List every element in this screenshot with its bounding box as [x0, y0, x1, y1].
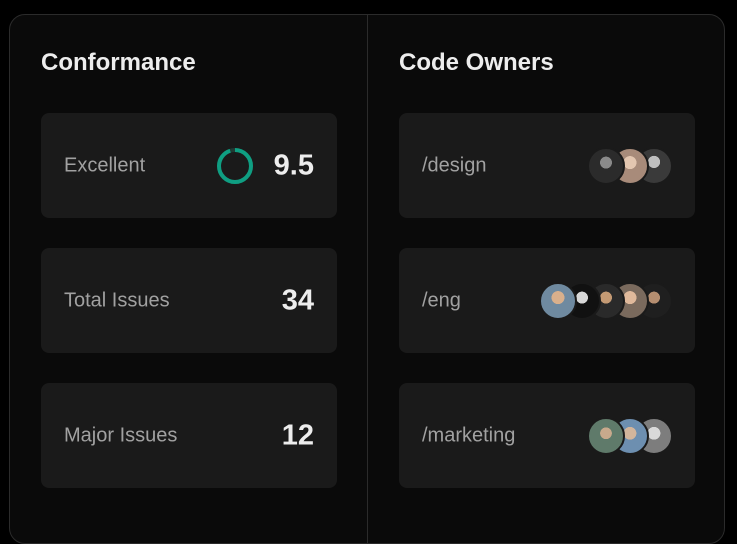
- owner-path-label: /eng: [422, 289, 461, 311]
- avatar[interactable]: [587, 146, 625, 185]
- avatar[interactable]: [587, 416, 625, 455]
- owner-path-label: /design: [422, 154, 487, 176]
- major-issues-label: Major Issues: [64, 424, 178, 446]
- conformance-score-card[interactable]: Excellent 9.5: [41, 113, 337, 218]
- conformance-rating-label: Excellent: [64, 154, 146, 176]
- avatar-group[interactable]: [587, 146, 673, 185]
- avatar-group[interactable]: [539, 281, 673, 320]
- owner-row-design[interactable]: /design: [399, 113, 695, 218]
- conformance-score-value: 9.5: [273, 149, 314, 181]
- conformance-heading: Conformance: [41, 49, 196, 76]
- major-issues-card[interactable]: Major Issues 12: [41, 383, 337, 488]
- column-divider: [367, 15, 368, 543]
- avatar[interactable]: [539, 281, 577, 320]
- summary-panel: Conformance Excellent 9.5 Total Issues 3…: [9, 14, 725, 544]
- major-issues-value: 12: [281, 419, 314, 451]
- avatar-group[interactable]: [587, 416, 673, 455]
- code-owners-heading: Code Owners: [399, 49, 554, 76]
- total-issues-value: 34: [281, 284, 314, 316]
- owner-path-label: /marketing: [422, 424, 516, 446]
- owner-row-marketing[interactable]: /marketing: [399, 383, 695, 488]
- total-issues-card[interactable]: Total Issues 34: [41, 248, 337, 353]
- owner-row-eng[interactable]: /eng: [399, 248, 695, 353]
- total-issues-label: Total Issues: [64, 289, 170, 311]
- score-ring-icon: [217, 147, 253, 184]
